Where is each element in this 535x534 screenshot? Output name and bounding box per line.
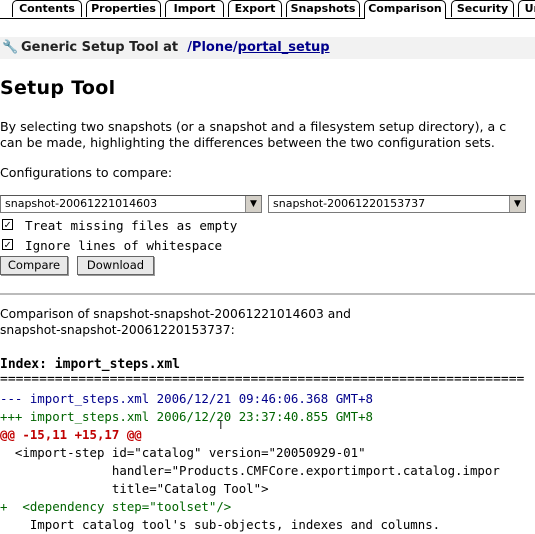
- left-snapshot-select[interactable]: snapshot-20061221014603 ▼: [0, 195, 262, 213]
- diff-new-header: +++ import_steps.xml 2006/12/20 23:37:40…: [0, 409, 373, 424]
- header-prefix: Generic Setup Tool at: [21, 40, 179, 55]
- tab-properties[interactable]: Properties: [86, 0, 161, 17]
- diff-added-line: + <dependency step="toolset"/>: [0, 499, 232, 514]
- right-snapshot-value: snapshot-20061220153737: [273, 197, 426, 210]
- whitespace-label: Ignore lines of whitespace: [25, 238, 223, 253]
- description: By selecting two snapshots (or a snapsho…: [0, 119, 506, 151]
- missing-files-label: Treat missing files as empty: [25, 218, 238, 233]
- separator-line: ========================================…: [0, 375, 525, 385]
- whitespace-checkbox[interactable]: ✓: [2, 239, 13, 250]
- comparison-line-2: snapshot-snapshot-20061220153737:: [0, 323, 235, 337]
- diff-hunk: @@ -15,11 +15,17 @@: [0, 427, 142, 442]
- diff-line: title="Catalog Tool">: [0, 481, 269, 496]
- right-snapshot-select[interactable]: snapshot-20061220153737 ▼: [268, 195, 526, 213]
- comparison-heading: Comparison of snapshot-snapshot-20061221…: [0, 306, 351, 338]
- tab-snapshots[interactable]: Snapshots: [286, 0, 360, 17]
- tab-bar: Contents Properties Import Export Snapsh…: [0, 0, 535, 19]
- compare-button[interactable]: Compare: [0, 256, 68, 275]
- tab-export[interactable]: Export: [228, 0, 282, 17]
- tab-comparison[interactable]: Comparison: [364, 0, 446, 19]
- diff-line: <import-step id="catalog" version="20050…: [0, 445, 366, 460]
- diff-old-header: --- import_steps.xml 2006/12/21 09:46:06…: [0, 391, 373, 406]
- tab-contents[interactable]: Contents: [12, 0, 82, 17]
- portal-setup-link[interactable]: portal_setup: [238, 40, 330, 55]
- index-title: Index: import_steps.xml: [0, 357, 181, 372]
- download-button[interactable]: Download: [77, 256, 154, 275]
- diff-line: handler="Products.CMFCore.exportimport.c…: [0, 463, 500, 478]
- tab-security[interactable]: Security: [451, 0, 514, 17]
- description-line-2: can be made, highlighting the difference…: [0, 135, 495, 150]
- header-text: Generic Setup Tool at /Plone/portal_setu…: [21, 37, 330, 59]
- tab-undo[interactable]: Un: [518, 0, 535, 17]
- comparison-line-1: Comparison of snapshot-snapshot-20061221…: [0, 307, 351, 321]
- header-path: /Plone/: [187, 40, 238, 55]
- wrench-icon: 🔧: [2, 40, 19, 55]
- diff-line: Import catalog tool's sub-objects, index…: [0, 517, 441, 532]
- text-cursor-icon: I: [219, 418, 223, 432]
- chevron-down-icon[interactable]: ▼: [245, 196, 261, 212]
- description-line-1: By selecting two snapshots (or a snapsho…: [0, 119, 507, 134]
- chevron-down-icon[interactable]: ▼: [509, 196, 525, 212]
- configs-label: Configurations to compare:: [0, 165, 173, 180]
- tab-import[interactable]: Import: [165, 0, 224, 17]
- missing-files-checkbox[interactable]: ✓: [2, 219, 13, 230]
- page-title: Setup Tool: [0, 77, 116, 99]
- left-snapshot-value: snapshot-20061221014603: [5, 197, 158, 210]
- breadcrumb: 🔧 Generic Setup Tool at /Plone/portal_se…: [0, 37, 535, 59]
- divider: [0, 293, 535, 295]
